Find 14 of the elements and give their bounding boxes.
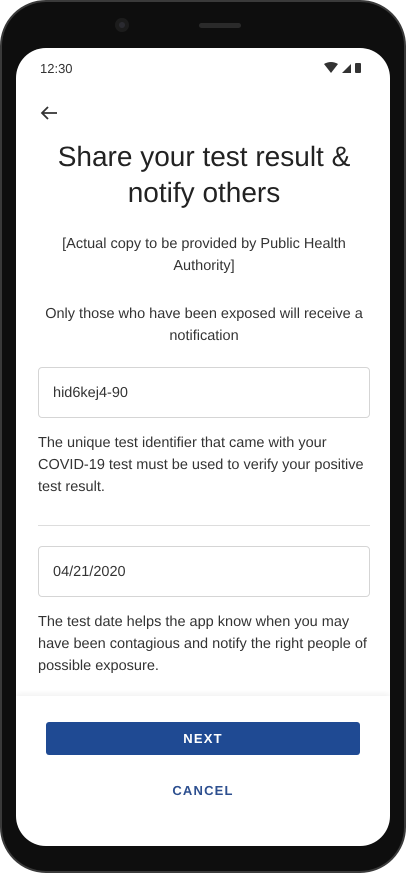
camera-icon	[115, 18, 129, 32]
status-icons	[324, 62, 364, 74]
back-arrow-icon[interactable]	[40, 105, 58, 121]
help-text: The unique test identifier that came with your COVID-19 test must be used to verify your positive test result.	[38, 434, 365, 497]
help-text: The test date helps the app know when you may have been contagious and notify the right people of possible exposure.	[38, 613, 368, 676]
speaker-grille	[199, 22, 241, 28]
status-time: 12:30	[40, 60, 73, 76]
notice-text: Only those who have been exposed will receive a notification	[44, 305, 364, 346]
test-date-field[interactable]: 04/21/2020	[38, 546, 370, 597]
next-button[interactable]: NEXT	[46, 722, 360, 755]
cancel-button[interactable]: CANCEL	[162, 777, 244, 804]
page-title: Share your test result & notify others	[56, 140, 352, 210]
test-id-field[interactable]: hid6kej4-90	[38, 367, 370, 418]
intro-text: [Actual copy to be provided by Public Health Authority]	[61, 235, 347, 276]
